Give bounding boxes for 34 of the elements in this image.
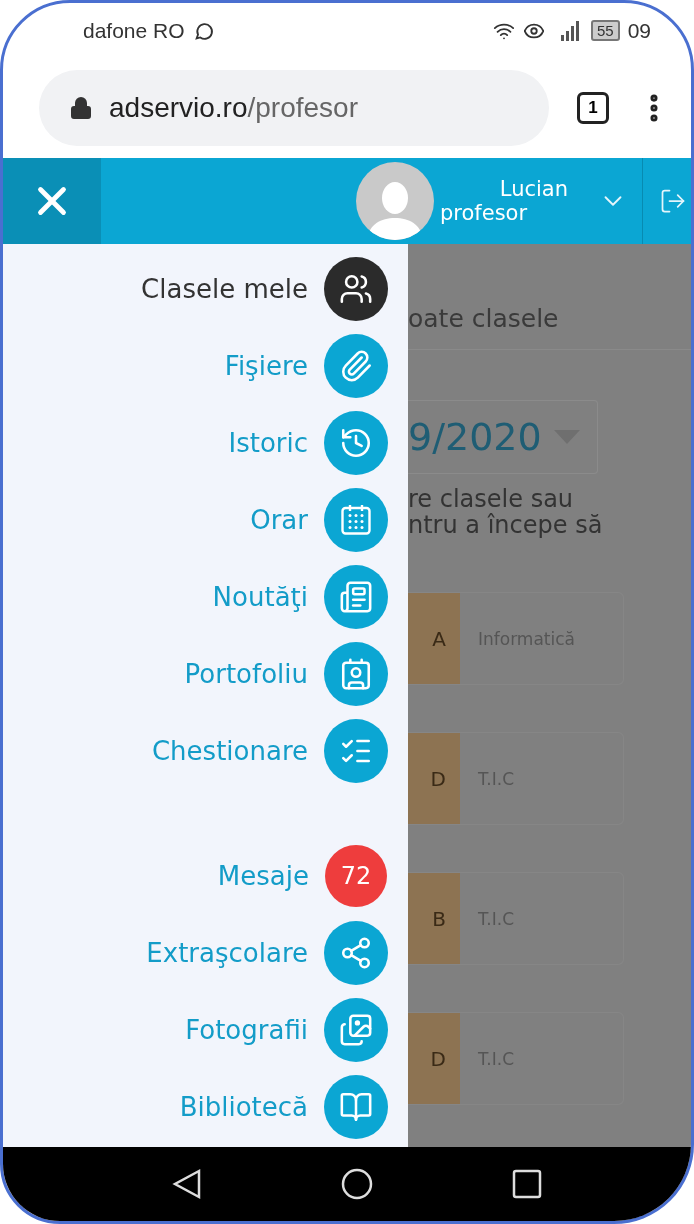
class-code: B (408, 873, 460, 964)
hint-text: ntru a începe să (408, 512, 604, 538)
menu-item[interactable]: Chestionare (3, 712, 408, 789)
unread-count-badge: 72 (325, 844, 387, 907)
url-text: adservio.ro/profesor (109, 92, 358, 124)
class-code: A (408, 593, 460, 684)
battery-level: 55 (590, 20, 620, 41)
lock-icon (69, 96, 93, 120)
class-code: D (408, 1013, 460, 1104)
menu-item[interactable]: Portofoliu (3, 635, 408, 712)
back-icon[interactable] (172, 1168, 203, 1200)
menu-item[interactable]: Mesaje 72 (3, 837, 408, 914)
menu-item[interactable]: Fotografii (3, 991, 408, 1068)
menu-item[interactable]: Noutăţi (3, 558, 408, 635)
menu-item[interactable]: Bibliotecă (3, 1068, 408, 1145)
year-select[interactable]: 9/2020 (408, 400, 598, 474)
clock-time: 09 (627, 18, 651, 43)
recents-icon[interactable] (511, 1169, 542, 1199)
close-button[interactable] (3, 158, 101, 244)
address-bar[interactable]: adservio.ro/profesor (39, 70, 549, 146)
menu-item[interactable]: Clasele mele (3, 250, 408, 327)
logout-icon (659, 187, 687, 215)
user-name: Lucian (499, 177, 569, 201)
menu-item[interactable]: Extraşcolare (3, 914, 408, 991)
menu-item[interactable]: Istoric (3, 404, 408, 481)
user-role: profesor (440, 201, 529, 225)
class-code: D (408, 733, 460, 824)
home-icon[interactable] (341, 1168, 373, 1200)
menu-item[interactable]: Fişiere (3, 327, 408, 404)
tab-count[interactable]: 1 (577, 92, 609, 124)
tab-label: oate clasele (408, 244, 691, 350)
carrier-name: dafone RO (83, 18, 185, 43)
hint-text: re clasele sau (408, 486, 575, 512)
menu-item[interactable]: Orar (3, 481, 408, 558)
